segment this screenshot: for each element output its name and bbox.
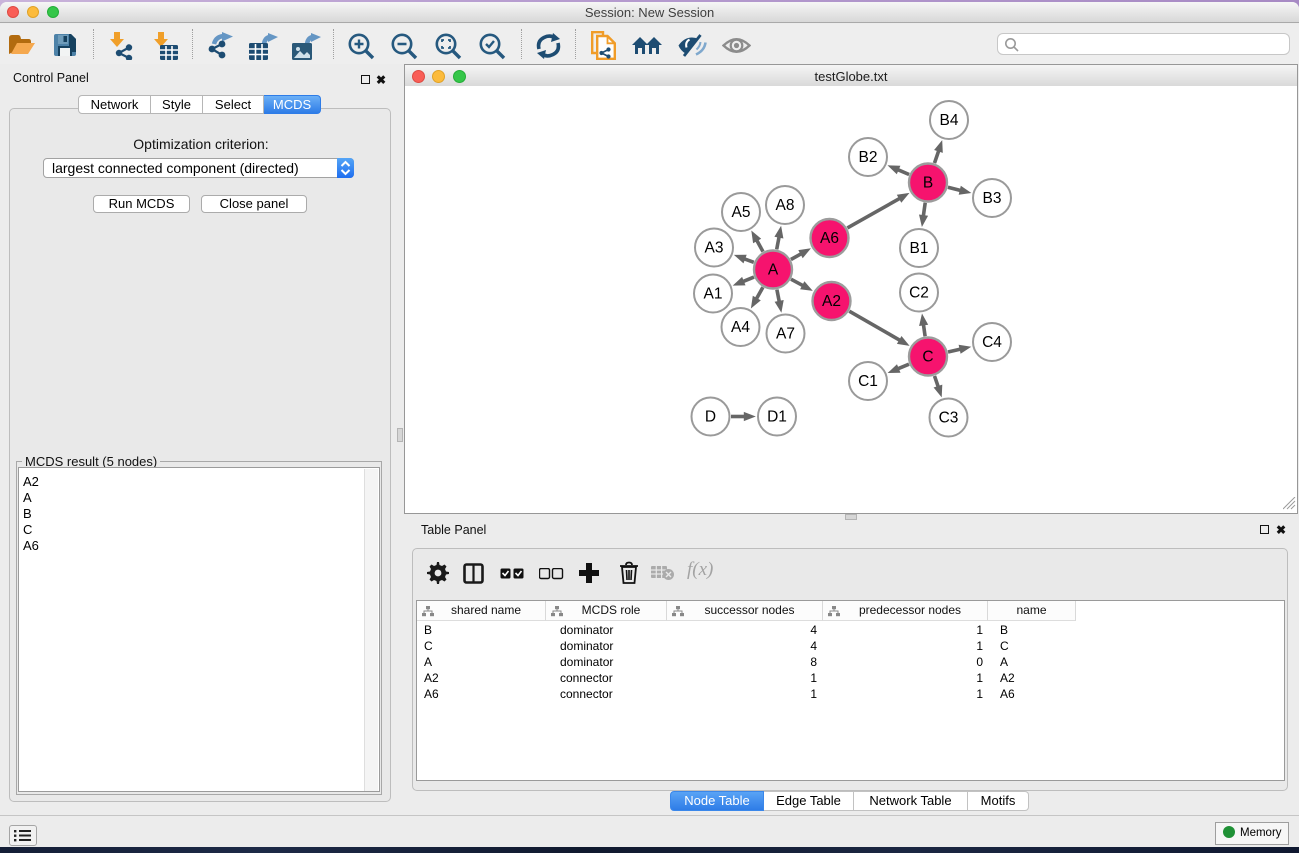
- svg-text:D1: D1: [767, 409, 787, 426]
- svg-text:B3: B3: [983, 190, 1002, 207]
- svg-text:A6: A6: [820, 230, 839, 247]
- svg-text:A8: A8: [776, 197, 795, 214]
- svg-text:A1: A1: [704, 286, 723, 303]
- svg-text:A: A: [768, 262, 779, 279]
- svg-text:C2: C2: [909, 285, 929, 302]
- svg-text:A4: A4: [731, 319, 750, 336]
- svg-text:D: D: [705, 409, 716, 426]
- svg-text:B: B: [923, 175, 933, 192]
- svg-text:C: C: [922, 349, 933, 366]
- svg-text:B4: B4: [940, 112, 959, 129]
- svg-text:B2: B2: [859, 149, 878, 166]
- svg-text:C3: C3: [939, 410, 959, 427]
- svg-text:A5: A5: [732, 204, 751, 221]
- svg-text:C4: C4: [982, 334, 1002, 351]
- svg-text:C1: C1: [858, 373, 878, 390]
- svg-text:B1: B1: [910, 240, 929, 257]
- svg-text:A2: A2: [822, 293, 841, 310]
- svg-text:A3: A3: [705, 240, 724, 257]
- svg-text:A7: A7: [776, 326, 795, 343]
